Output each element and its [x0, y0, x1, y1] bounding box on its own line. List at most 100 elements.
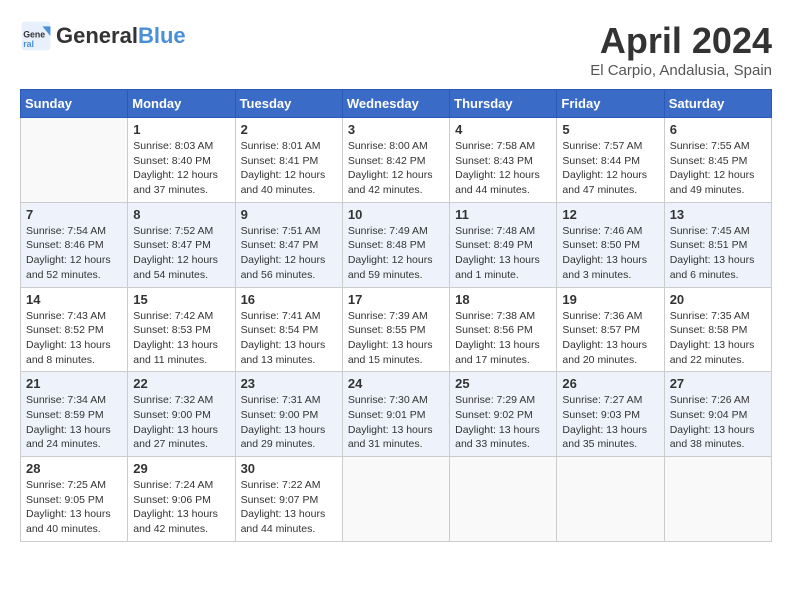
cell-info: Sunrise: 7:24 AMSunset: 9:06 PMDaylight:… — [133, 478, 229, 537]
cell-info: Sunrise: 7:42 AMSunset: 8:53 PMDaylight:… — [133, 309, 229, 368]
calendar-cell — [664, 457, 771, 542]
day-number: 28 — [26, 461, 122, 476]
calendar-cell: 19 Sunrise: 7:36 AMSunset: 8:57 PMDayligh… — [557, 287, 664, 372]
calendar-cell: 20Sunrise: 7:35 AMSunset: 8:58 PMDayligh… — [664, 287, 771, 372]
cell-info: Sunrise: 7:45 AMSunset: 8:51 PMDaylight:… — [670, 224, 766, 283]
cell-info: Sunrise: 7:49 AMSunset: 8:48 PMDaylight:… — [348, 224, 444, 283]
calendar-cell: 1Sunrise: 8:03 AMSunset: 8:40 PMDaylight… — [128, 118, 235, 203]
calendar-cell: 17 Sunrise: 7:39 AMSunset: 8:55 PMDayligh… — [342, 287, 449, 372]
calendar-cell: 30 Sunrise: 7:22 AMSunset: 9:07 PMDayligh… — [235, 457, 342, 542]
weekday-header-monday: Monday — [128, 90, 235, 118]
calendar-cell — [557, 457, 664, 542]
cell-info: Sunrise: 7:30 AMSunset: 9:01 PMDaylight:… — [348, 393, 444, 452]
cell-info: Sunrise: 7:38 AMSunset: 8:56 PMDaylight:… — [455, 309, 551, 368]
day-number: 2 — [241, 122, 337, 137]
calendar-cell: 24 Sunrise: 7:30 AMSunset: 9:01 PMDayligh… — [342, 372, 449, 457]
calendar-cell: 25 Sunrise: 7:29 AMSunset: 9:02 PMDayligh… — [450, 372, 557, 457]
calendar-cell: 12 Sunrise: 7:46 AMSunset: 8:50 PMDayligh… — [557, 202, 664, 287]
calendar-cell: 3Sunrise: 8:00 AMSunset: 8:42 PMDaylight… — [342, 118, 449, 203]
day-number: 19 — [562, 292, 658, 307]
cell-info: Sunrise: 7:32 AMSunset: 9:00 PMDaylight:… — [133, 393, 229, 452]
day-number: 21 — [26, 376, 122, 391]
cell-info: Sunrise: 7:39 AMSunset: 8:55 PMDaylight:… — [348, 309, 444, 368]
day-number: 26 — [562, 376, 658, 391]
logo-text: GeneralBlue — [56, 24, 186, 48]
cell-info: Sunrise: 7:25 AMSunset: 9:05 PMDaylight:… — [26, 478, 122, 537]
calendar-cell: 6 Sunrise: 7:55 AMSunset: 8:45 PMDaylight… — [664, 118, 771, 203]
cell-info: Sunrise: 7:22 AMSunset: 9:07 PMDaylight:… — [241, 478, 337, 537]
calendar-cell: 9 Sunrise: 7:51 AMSunset: 8:47 PMDaylight… — [235, 202, 342, 287]
day-number: 17 — [348, 292, 444, 307]
cell-info: Sunrise: 7:51 AMSunset: 8:47 PMDaylight:… — [241, 224, 337, 283]
cell-info: Sunrise: 7:52 AMSunset: 8:47 PMDaylight:… — [133, 224, 229, 283]
day-number: 25 — [455, 376, 551, 391]
cell-info: Sunrise: 8:01 AMSunset: 8:41 PMDaylight:… — [241, 139, 337, 198]
day-number: 9 — [241, 207, 337, 222]
day-number: 30 — [241, 461, 337, 476]
weekday-header-wednesday: Wednesday — [342, 90, 449, 118]
calendar-week-row: 28 Sunrise: 7:25 AMSunset: 9:05 PMDayligh… — [21, 457, 772, 542]
location-title: El Carpio, Andalusia, Spain — [590, 62, 772, 79]
day-number: 4 — [455, 122, 551, 137]
calendar-cell — [450, 457, 557, 542]
cell-info: Sunrise: 7:41 AMSunset: 8:54 PMDaylight:… — [241, 309, 337, 368]
calendar-table: SundayMondayTuesdayWednesdayThursdayFrid… — [20, 89, 772, 542]
day-number: 16 — [241, 292, 337, 307]
calendar-week-row: 7 Sunrise: 7:54 AMSunset: 8:46 PMDaylight… — [21, 202, 772, 287]
logo: Gene ral GeneralBlue — [20, 20, 186, 52]
day-number: 27 — [670, 376, 766, 391]
calendar-cell: 14 Sunrise: 7:43 AMSunset: 8:52 PMDayligh… — [21, 287, 128, 372]
calendar-cell: 16 Sunrise: 7:41 AMSunset: 8:54 PMDayligh… — [235, 287, 342, 372]
day-number: 20 — [670, 292, 766, 307]
calendar-cell: 29 Sunrise: 7:24 AMSunset: 9:06 PMDayligh… — [128, 457, 235, 542]
weekday-header-row: SundayMondayTuesdayWednesdayThursdayFrid… — [21, 90, 772, 118]
day-number: 12 — [562, 207, 658, 222]
cell-info: Sunrise: 7:54 AMSunset: 8:46 PMDaylight:… — [26, 224, 122, 283]
day-number: 14 — [26, 292, 122, 307]
day-number: 23 — [241, 376, 337, 391]
calendar-cell: 26 Sunrise: 7:27 AMSunset: 9:03 PMDayligh… — [557, 372, 664, 457]
calendar-cell: 15 Sunrise: 7:42 AMSunset: 8:53 PMDayligh… — [128, 287, 235, 372]
day-number: 22 — [133, 376, 229, 391]
day-number: 3 — [348, 122, 444, 137]
title-area: April 2024 El Carpio, Andalusia, Spain — [590, 20, 772, 79]
cell-info: Sunrise: 7:26 AMSunset: 9:04 PMDaylight:… — [670, 393, 766, 452]
cell-info: Sunrise: 7:48 AMSunset: 8:49 PMDaylight:… — [455, 224, 551, 283]
weekday-header-saturday: Saturday — [664, 90, 771, 118]
month-title: April 2024 — [590, 20, 772, 62]
calendar-week-row: 1Sunrise: 8:03 AMSunset: 8:40 PMDaylight… — [21, 118, 772, 203]
day-number: 7 — [26, 207, 122, 222]
calendar-cell: 27 Sunrise: 7:26 AMSunset: 9:04 PMDayligh… — [664, 372, 771, 457]
cell-info: Sunrise: 7:55 AMSunset: 8:45 PMDaylight:… — [670, 139, 766, 198]
calendar-cell: 18Sunrise: 7:38 AMSunset: 8:56 PMDayligh… — [450, 287, 557, 372]
day-number: 1 — [133, 122, 229, 137]
weekday-header-tuesday: Tuesday — [235, 90, 342, 118]
day-number: 24 — [348, 376, 444, 391]
calendar-cell: 2 Sunrise: 8:01 AMSunset: 8:41 PMDaylight… — [235, 118, 342, 203]
cell-info: Sunrise: 7:29 AMSunset: 9:02 PMDaylight:… — [455, 393, 551, 452]
day-number: 11 — [455, 207, 551, 222]
day-number: 29 — [133, 461, 229, 476]
calendar-cell: 22 Sunrise: 7:32 AMSunset: 9:00 PMDayligh… — [128, 372, 235, 457]
calendar-cell: 23Sunrise: 7:31 AMSunset: 9:00 PMDayligh… — [235, 372, 342, 457]
calendar-cell: 5 Sunrise: 7:57 AMSunset: 8:44 PMDaylight… — [557, 118, 664, 203]
calendar-cell: 8Sunrise: 7:52 AMSunset: 8:47 PMDaylight… — [128, 202, 235, 287]
calendar-week-row: 21 Sunrise: 7:34 AMSunset: 8:59 PMDayligh… — [21, 372, 772, 457]
cell-info: Sunrise: 7:58 AMSunset: 8:43 PMDaylight:… — [455, 139, 551, 198]
cell-info: Sunrise: 7:57 AMSunset: 8:44 PMDaylight:… — [562, 139, 658, 198]
day-number: 15 — [133, 292, 229, 307]
day-number: 5 — [562, 122, 658, 137]
cell-info: Sunrise: 7:43 AMSunset: 8:52 PMDaylight:… — [26, 309, 122, 368]
svg-text:Gene: Gene — [23, 30, 45, 40]
day-number: 10 — [348, 207, 444, 222]
calendar-cell: 7 Sunrise: 7:54 AMSunset: 8:46 PMDaylight… — [21, 202, 128, 287]
calendar-cell: 11 Sunrise: 7:48 AMSunset: 8:49 PMDayligh… — [450, 202, 557, 287]
cell-info: Sunrise: 7:46 AMSunset: 8:50 PMDaylight:… — [562, 224, 658, 283]
cell-info: Sunrise: 7:27 AMSunset: 9:03 PMDaylight:… — [562, 393, 658, 452]
cell-info: Sunrise: 7:34 AMSunset: 8:59 PMDaylight:… — [26, 393, 122, 452]
cell-info: Sunrise: 7:36 AMSunset: 8:57 PMDaylight:… — [562, 309, 658, 368]
day-number: 6 — [670, 122, 766, 137]
calendar-cell — [21, 118, 128, 203]
calendar-cell: 13 Sunrise: 7:45 AMSunset: 8:51 PMDayligh… — [664, 202, 771, 287]
day-number: 13 — [670, 207, 766, 222]
